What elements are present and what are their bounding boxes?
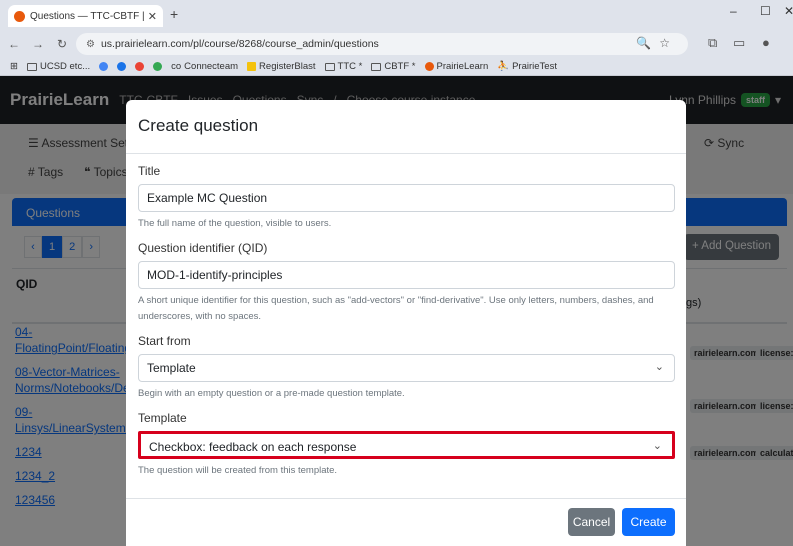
new-tab-button[interactable]: + [170,6,178,22]
apps-icon[interactable]: ⊞ [10,61,18,72]
title-input[interactable]: Example MC Question [138,184,675,212]
tab-title: Questions — TTC-CBTF | Prairie [30,10,144,22]
back-icon[interactable]: ← [4,37,24,51]
modal-title: Create question [138,116,259,135]
prairielearn-icon [424,62,434,71]
bookmark-registerblast[interactable]: RegisterBlast [247,61,316,72]
extensions-icon[interactable]: ⧉ [708,35,717,51]
bookmark-prairietest[interactable]: ⛹ PrairieTest [497,61,557,72]
bookmark-ttc[interactable]: TTC * [324,61,362,72]
template-value: Checkbox: feedback on each response [149,440,357,454]
url-path: /pl/course/8268/course_admin/questions [190,38,379,50]
start-from-value: Template [147,361,196,375]
bookmark-connecteam[interactable]: co Connecteam [171,61,238,72]
title-label: Title [138,164,161,178]
chevron-down-icon: ⌄ [652,440,662,452]
template-select[interactable]: Checkbox: feedback on each response ⌄ [138,431,675,459]
start-from-help-text: Begin with an empty question or a pre-ma… [138,388,405,399]
title-help-text: The full name of the question, visible t… [138,218,332,229]
gmail-icon [117,62,127,71]
folder-icon [371,62,382,71]
profile-avatar-icon[interactable]: ● [762,35,770,50]
url-host: us.prairielearn.com [100,38,191,50]
connecteam-icon: co [171,61,182,72]
bookmark-chrome[interactable] [135,62,145,71]
drive-icon [153,62,163,71]
bookmark-ucsd[interactable]: UCSD etc... [26,61,90,72]
browser-tab[interactable]: Questions — TTC-CBTF | Prairie ✕ [8,5,163,27]
folder-icon [324,62,335,71]
google-icon [99,62,109,71]
minimize-icon[interactable]: – [730,4,737,18]
qid-label: Question identifier (QID) [138,241,268,255]
prairielearn-favicon-icon [14,10,25,22]
start-from-label: Start from [138,334,191,348]
chrome-icon [135,62,145,71]
modal-body: Title Example MC Question The full name … [126,154,686,479]
folder-icon [26,62,37,71]
bookmark-cbtf[interactable]: CBTF * [371,61,416,72]
start-from-select[interactable]: Template ⌄ [138,354,675,382]
forward-icon[interactable]: → [28,37,48,51]
cancel-button[interactable]: Cancel [568,508,615,536]
bookmark-google[interactable] [99,62,109,71]
bookmark-drive[interactable] [153,62,163,71]
bookmark-gmail[interactable] [117,62,127,71]
prairietest-icon: ⛹ [497,61,510,72]
qid-help-text: A short unique identifier for this quest… [138,295,654,322]
navigation-bar: ← → ↻ ⚙ us.prairielearn.com/pl/course/82… [0,32,793,56]
browser-chrome: Questions — TTC-CBTF | Prairie ✕ + – ☐ ✕… [0,0,793,76]
close-tab-icon[interactable]: ✕ [148,10,157,23]
maximize-icon[interactable]: ☐ [760,4,771,18]
site-info-icon[interactable]: ⚙ [86,39,95,50]
modal-footer: Cancel Create [126,498,686,546]
close-window-icon[interactable]: ✕ [784,4,793,18]
template-help-text: The question will be created from this t… [138,465,338,476]
bookmarks-bar: ⊞ UCSD etc... co Connecteam RegisterBlast… [0,58,793,75]
sidepanel-icon[interactable]: ▭ [733,35,745,51]
modal-header: Create question [126,100,686,154]
registerblast-icon [247,62,257,71]
bookmark-prairielearn[interactable]: PrairieLearn [424,61,488,72]
zoom-and-bookmark-icons[interactable]: 🔍☆ [636,36,678,50]
reload-icon[interactable]: ↻ [52,37,72,51]
chevron-down-icon: ⌄ [654,361,664,373]
create-button[interactable]: Create [622,508,675,536]
create-question-modal: Create question Title Example MC Questio… [126,100,686,546]
qid-input[interactable]: MOD-1-identify-principles [138,261,675,289]
template-label: Template [138,411,187,425]
address-bar[interactable]: ⚙ us.prairielearn.com/pl/course/8268/cou… [76,33,688,55]
